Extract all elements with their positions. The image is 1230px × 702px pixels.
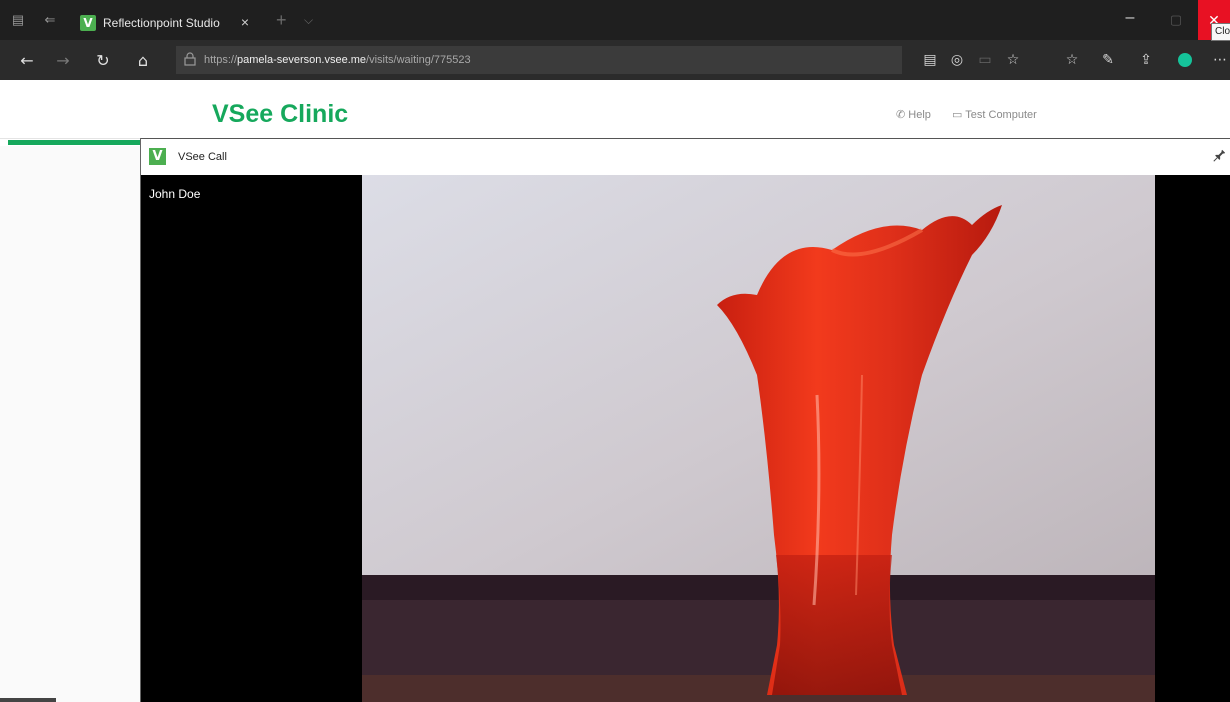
tab-close-icon[interactable]: × xyxy=(236,13,254,31)
forward-icon[interactable]: → xyxy=(52,50,74,72)
refresh-icon[interactable]: ↻ xyxy=(92,50,114,72)
url-text: https://pamela-severson.vsee.me/visits/w… xyxy=(204,53,471,67)
share-icon[interactable]: ⇪ xyxy=(1136,50,1156,70)
call-window-title: VSee Call xyxy=(178,151,227,163)
url-scheme: https:// xyxy=(204,54,238,66)
left-panel xyxy=(0,146,140,702)
back-icon[interactable]: ← xyxy=(16,50,38,72)
maximize-button[interactable]: ▢ xyxy=(1162,8,1190,32)
reading-view-icon[interactable]: ▤ xyxy=(920,50,940,70)
vsee-favicon-icon: V xyxy=(80,15,96,31)
minimize-button[interactable]: – xyxy=(1116,8,1144,32)
more-icon[interactable]: ⋯ xyxy=(1210,50,1230,70)
help-link[interactable]: ✆ Help xyxy=(896,108,931,122)
camera-video-feed[interactable] xyxy=(362,175,1155,702)
test-computer-link[interactable]: ▭ Test Computer xyxy=(952,108,1037,122)
phone-icon: ✆ xyxy=(896,109,906,121)
address-bar[interactable]: https://pamela-severson.vsee.me/visits/w… xyxy=(176,46,902,74)
accent-bar xyxy=(8,140,140,145)
call-titlebar[interactable]: V VSee Call xyxy=(141,138,1230,175)
browser-titlebar: ▤ ⇐ V Reflectionpoint Studio × + ⌵ – ▢ ✕ xyxy=(0,0,1230,40)
new-tab-icon[interactable]: + xyxy=(276,11,287,29)
extension-icon[interactable]: ◎ xyxy=(947,50,967,70)
monitor-icon: ▭ xyxy=(952,109,963,121)
url-path: /visits/waiting/775523 xyxy=(366,54,471,66)
brand-logo[interactable]: VSee Clinic xyxy=(212,98,348,130)
help-label: Help xyxy=(908,109,931,121)
lock-icon xyxy=(184,52,198,68)
caller-name-label: John Doe xyxy=(149,187,201,201)
favorites-hub-icon[interactable]: ☆ xyxy=(1062,50,1082,70)
video-image xyxy=(362,175,1155,702)
pen-notes-icon[interactable]: ✎ xyxy=(1098,50,1118,70)
grammarly-icon[interactable] xyxy=(1178,53,1192,67)
close-tooltip: Clo xyxy=(1211,23,1230,41)
left-scroll-indicator xyxy=(0,698,56,702)
tab-title: Reflectionpoint Studio xyxy=(103,16,220,30)
test-computer-label: Test Computer xyxy=(965,109,1037,121)
vsee-logo-icon: V xyxy=(149,148,166,165)
video-area[interactable]: John Doe xyxy=(141,175,1230,702)
home-icon[interactable]: ⌂ xyxy=(132,50,154,72)
vsee-call-window[interactable]: V VSee Call John Doe xyxy=(140,138,1230,702)
browser-tab[interactable]: V Reflectionpoint Studio × xyxy=(74,6,266,40)
set-tabs-aside-icon[interactable]: ⇐ xyxy=(42,12,58,28)
pin-icon[interactable] xyxy=(1205,144,1230,169)
tab-actions-icon[interactable]: ▤ xyxy=(10,12,26,28)
favorite-star-icon[interactable]: ☆ xyxy=(1003,50,1023,70)
url-host: pamela-severson.vsee.me xyxy=(237,54,367,66)
tab-list-chevron-icon[interactable]: ⌵ xyxy=(304,11,313,29)
reading-list-icon[interactable]: ▭ xyxy=(975,50,995,70)
